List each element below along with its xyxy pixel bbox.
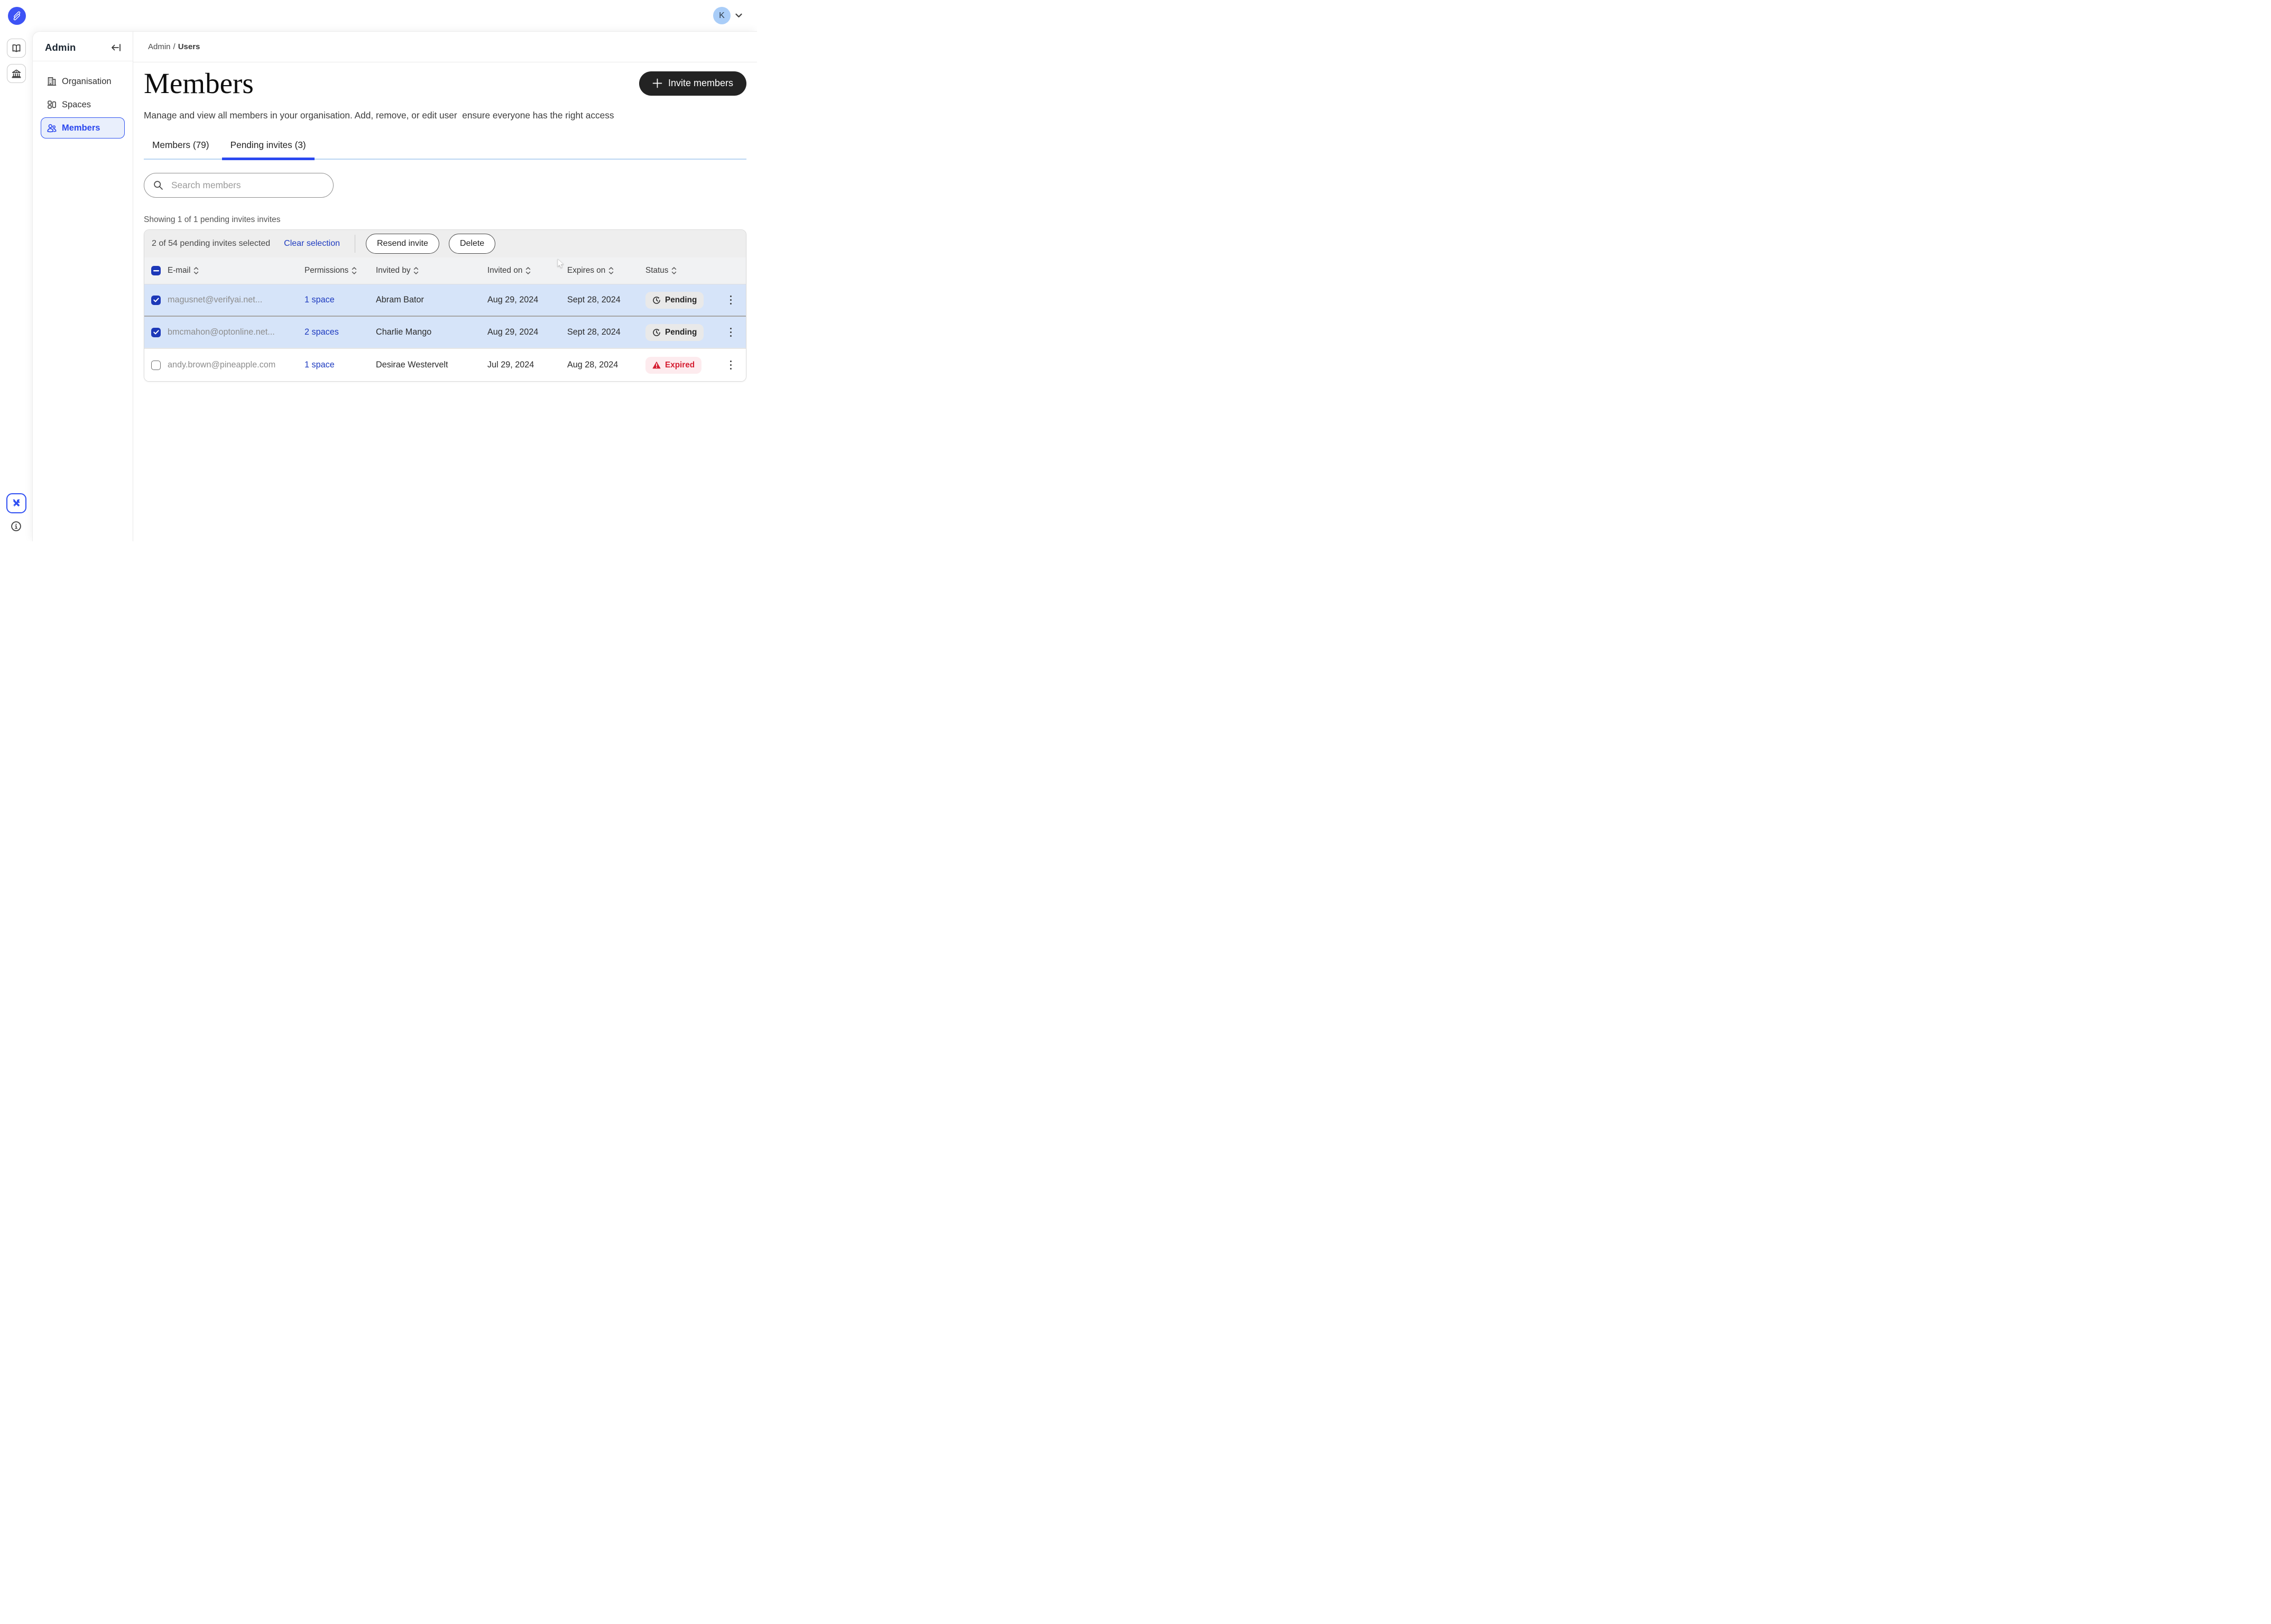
pending-invites-table: 2 of 54 pending invites selected Clear s… [144,229,746,382]
sort-icon [413,267,419,274]
bank-icon [11,68,22,79]
row-checkbox[interactable] [151,361,161,370]
select-all-checkbox[interactable] [151,266,161,275]
buildings-icon [47,76,57,87]
app-window: K [0,0,757,541]
cell-invited-by: Charlie Mango [376,327,487,337]
tools-icon [11,497,22,509]
status-badge: Pending [645,292,704,309]
warning-triangle-icon [652,361,661,369]
cell-invited-by: Abram Bator [376,295,487,305]
cell-expires-on: Sept 28, 2024 [567,295,645,305]
selection-count: 2 of 54 pending invites selected [152,239,270,248]
cell-email: andy.brown@pineapple.com [168,360,304,370]
icon-rail [0,31,32,541]
sidebar-item-organisation[interactable]: Organisation [41,71,125,92]
search-input[interactable] [170,179,326,191]
cell-invited-on: Aug 29, 2024 [487,295,567,305]
delete-button[interactable]: Delete [449,234,495,254]
sidebar-item-label: Spaces [62,100,91,110]
tab-members[interactable]: Members (79) [144,134,218,159]
book-open-icon [11,43,22,53]
table-row[interactable]: magusnet@verifyai.net... 1 space Abram B… [144,284,746,317]
status-badge: Pending [645,324,704,341]
main-area: Admin / Users Members Invite members [133,32,757,541]
results-summary: Showing 1 of 1 pending invites invites [144,215,746,225]
cell-email: bmcmahon@optonline.net... [168,327,304,337]
sidebar-item-spaces[interactable]: Spaces [41,94,125,115]
topbar: K [0,0,757,31]
row-menu-button[interactable] [728,293,734,307]
column-header-status[interactable]: Status [645,266,716,275]
column-header-invited-by[interactable]: Invited by [376,266,487,275]
cell-invited-by: Desirae Westervelt [376,360,487,370]
cell-invited-on: Jul 29, 2024 [487,360,567,370]
breadcrumb-root[interactable]: Admin [148,42,171,51]
column-header-expires-on[interactable]: Expires on [567,266,645,275]
tab-pending-invites[interactable]: Pending invites (3) [222,134,315,159]
chevron-down-icon[interactable] [735,13,742,18]
cell-expires-on: Aug 28, 2024 [567,360,645,370]
cell-email: magusnet@verifyai.net... [168,295,304,305]
sort-icon [608,267,614,274]
cell-permissions-link[interactable]: 2 spaces [304,327,339,337]
table-row[interactable]: andy.brown@pineapple.com 1 space Desirae… [144,349,746,381]
column-header-email[interactable]: E-mail [168,266,304,275]
column-header-invited-on[interactable]: Invited on [487,266,567,275]
sort-icon [193,267,199,274]
users-icon [47,123,57,133]
status-badge: Expired [645,357,701,374]
content-panel: Admin [32,31,757,541]
library-button[interactable] [7,39,26,58]
clock-pending-icon [652,328,661,337]
cell-permissions-link[interactable]: 1 space [304,295,335,304]
spaces-icon [47,99,57,110]
sidebar-item-label: Organisation [62,77,112,87]
sidebar-item-label: Members [62,123,100,133]
search-icon [153,180,164,191]
sidebar-title: Admin [45,42,76,53]
account-menu[interactable]: K [713,7,742,24]
breadcrumb-current: Users [178,42,200,51]
selection-bar: 2 of 54 pending invites selected Clear s… [144,230,746,257]
search-members-box[interactable] [144,173,334,198]
row-checkbox[interactable] [151,296,161,305]
clear-selection-link[interactable]: Clear selection [284,239,340,248]
admin-sidebar: Admin [33,32,133,541]
row-menu-button[interactable] [728,326,734,339]
clock-pending-icon [652,296,661,304]
tab-bar: Members (79) Pending invites (3) [144,134,746,160]
row-menu-button[interactable] [728,358,734,372]
sort-icon [352,267,357,274]
breadcrumb: Admin / Users [133,32,757,62]
invite-members-button[interactable]: Invite members [639,71,746,96]
table-row[interactable]: bmcmahon@optonline.net... 2 spaces Charl… [144,317,746,349]
table-header: E-mail Permissions Invited by Invited on… [144,257,746,284]
brand-logo-icon[interactable] [8,7,26,25]
sort-icon [525,267,531,274]
page-title: Members [144,69,254,98]
invite-members-label: Invite members [668,78,733,89]
row-checkbox[interactable] [151,328,161,337]
info-icon[interactable] [11,521,22,532]
collapse-sidebar-icon[interactable] [111,43,121,52]
avatar[interactable]: K [713,7,731,24]
tools-button[interactable] [6,493,26,513]
cell-expires-on: Sept 28, 2024 [567,327,645,337]
cell-permissions-link[interactable]: 1 space [304,360,335,370]
resend-invite-button[interactable]: Resend invite [366,234,439,254]
sort-icon [671,267,677,274]
breadcrumb-separator: / [173,42,176,51]
plus-icon [652,78,662,88]
page-description: Manage and view all members in your orga… [144,110,746,121]
cell-invited-on: Aug 29, 2024 [487,327,567,337]
sidebar-item-members[interactable]: Members [41,117,125,139]
bank-button[interactable] [7,64,26,83]
column-header-permissions[interactable]: Permissions [304,266,376,275]
